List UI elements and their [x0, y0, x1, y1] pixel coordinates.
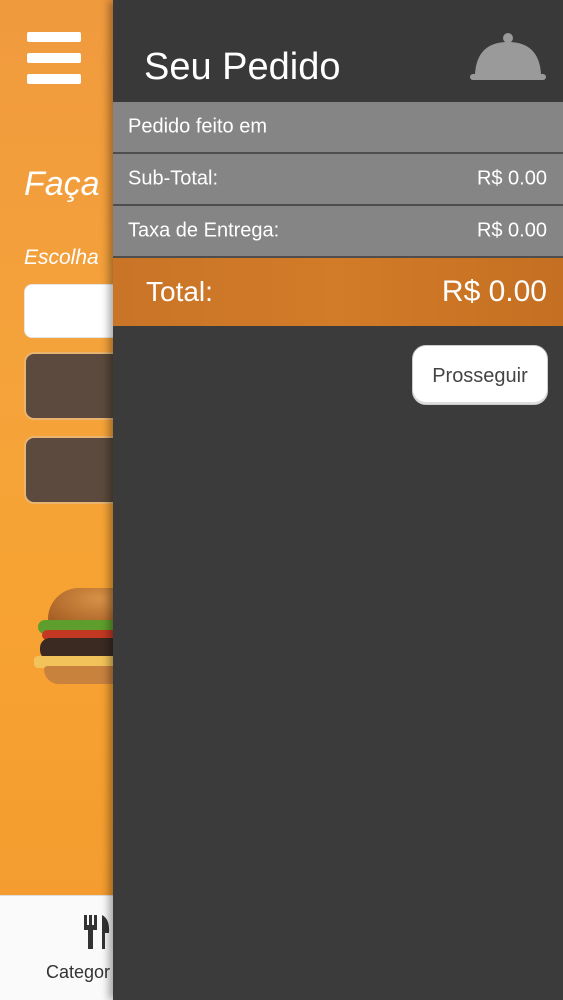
nav-categories-label[interactable]: Categor — [46, 962, 110, 983]
drawer-title: Seu Pedido — [144, 46, 341, 88]
cloche-icon — [469, 32, 547, 84]
order-made-row: Pedido feito em — [113, 102, 563, 154]
delivery-fee-label: Taxa de Entrega: — [128, 219, 280, 242]
delivery-fee-row: Taxa de Entrega: R$ 0.00 — [113, 206, 563, 258]
total-value: R$ 0.00 — [441, 275, 547, 308]
subtotal-value: R$ 0.00 — [476, 167, 547, 190]
subtotal-label: Sub-Total: — [128, 167, 219, 190]
order-drawer: Seu Pedido Pedido feito em Sub-Total: R$… — [113, 0, 563, 1000]
hamburger-icon[interactable] — [27, 32, 81, 84]
total-label: Total: — [146, 276, 213, 307]
proceed-button[interactable]: Prosseguir — [412, 345, 548, 405]
page-subtitle: Escolha — [24, 246, 99, 269]
order-made-label: Pedido feito em — [128, 115, 267, 138]
drawer-header: Seu Pedido — [113, 0, 563, 102]
delivery-fee-value: R$ 0.00 — [476, 219, 547, 242]
fork-knife-icon[interactable] — [82, 915, 112, 958]
total-row: Total: R$ 0.00 — [113, 258, 563, 326]
page-title: Faça — [24, 165, 100, 203]
subtotal-row: Sub-Total: R$ 0.00 — [113, 154, 563, 206]
